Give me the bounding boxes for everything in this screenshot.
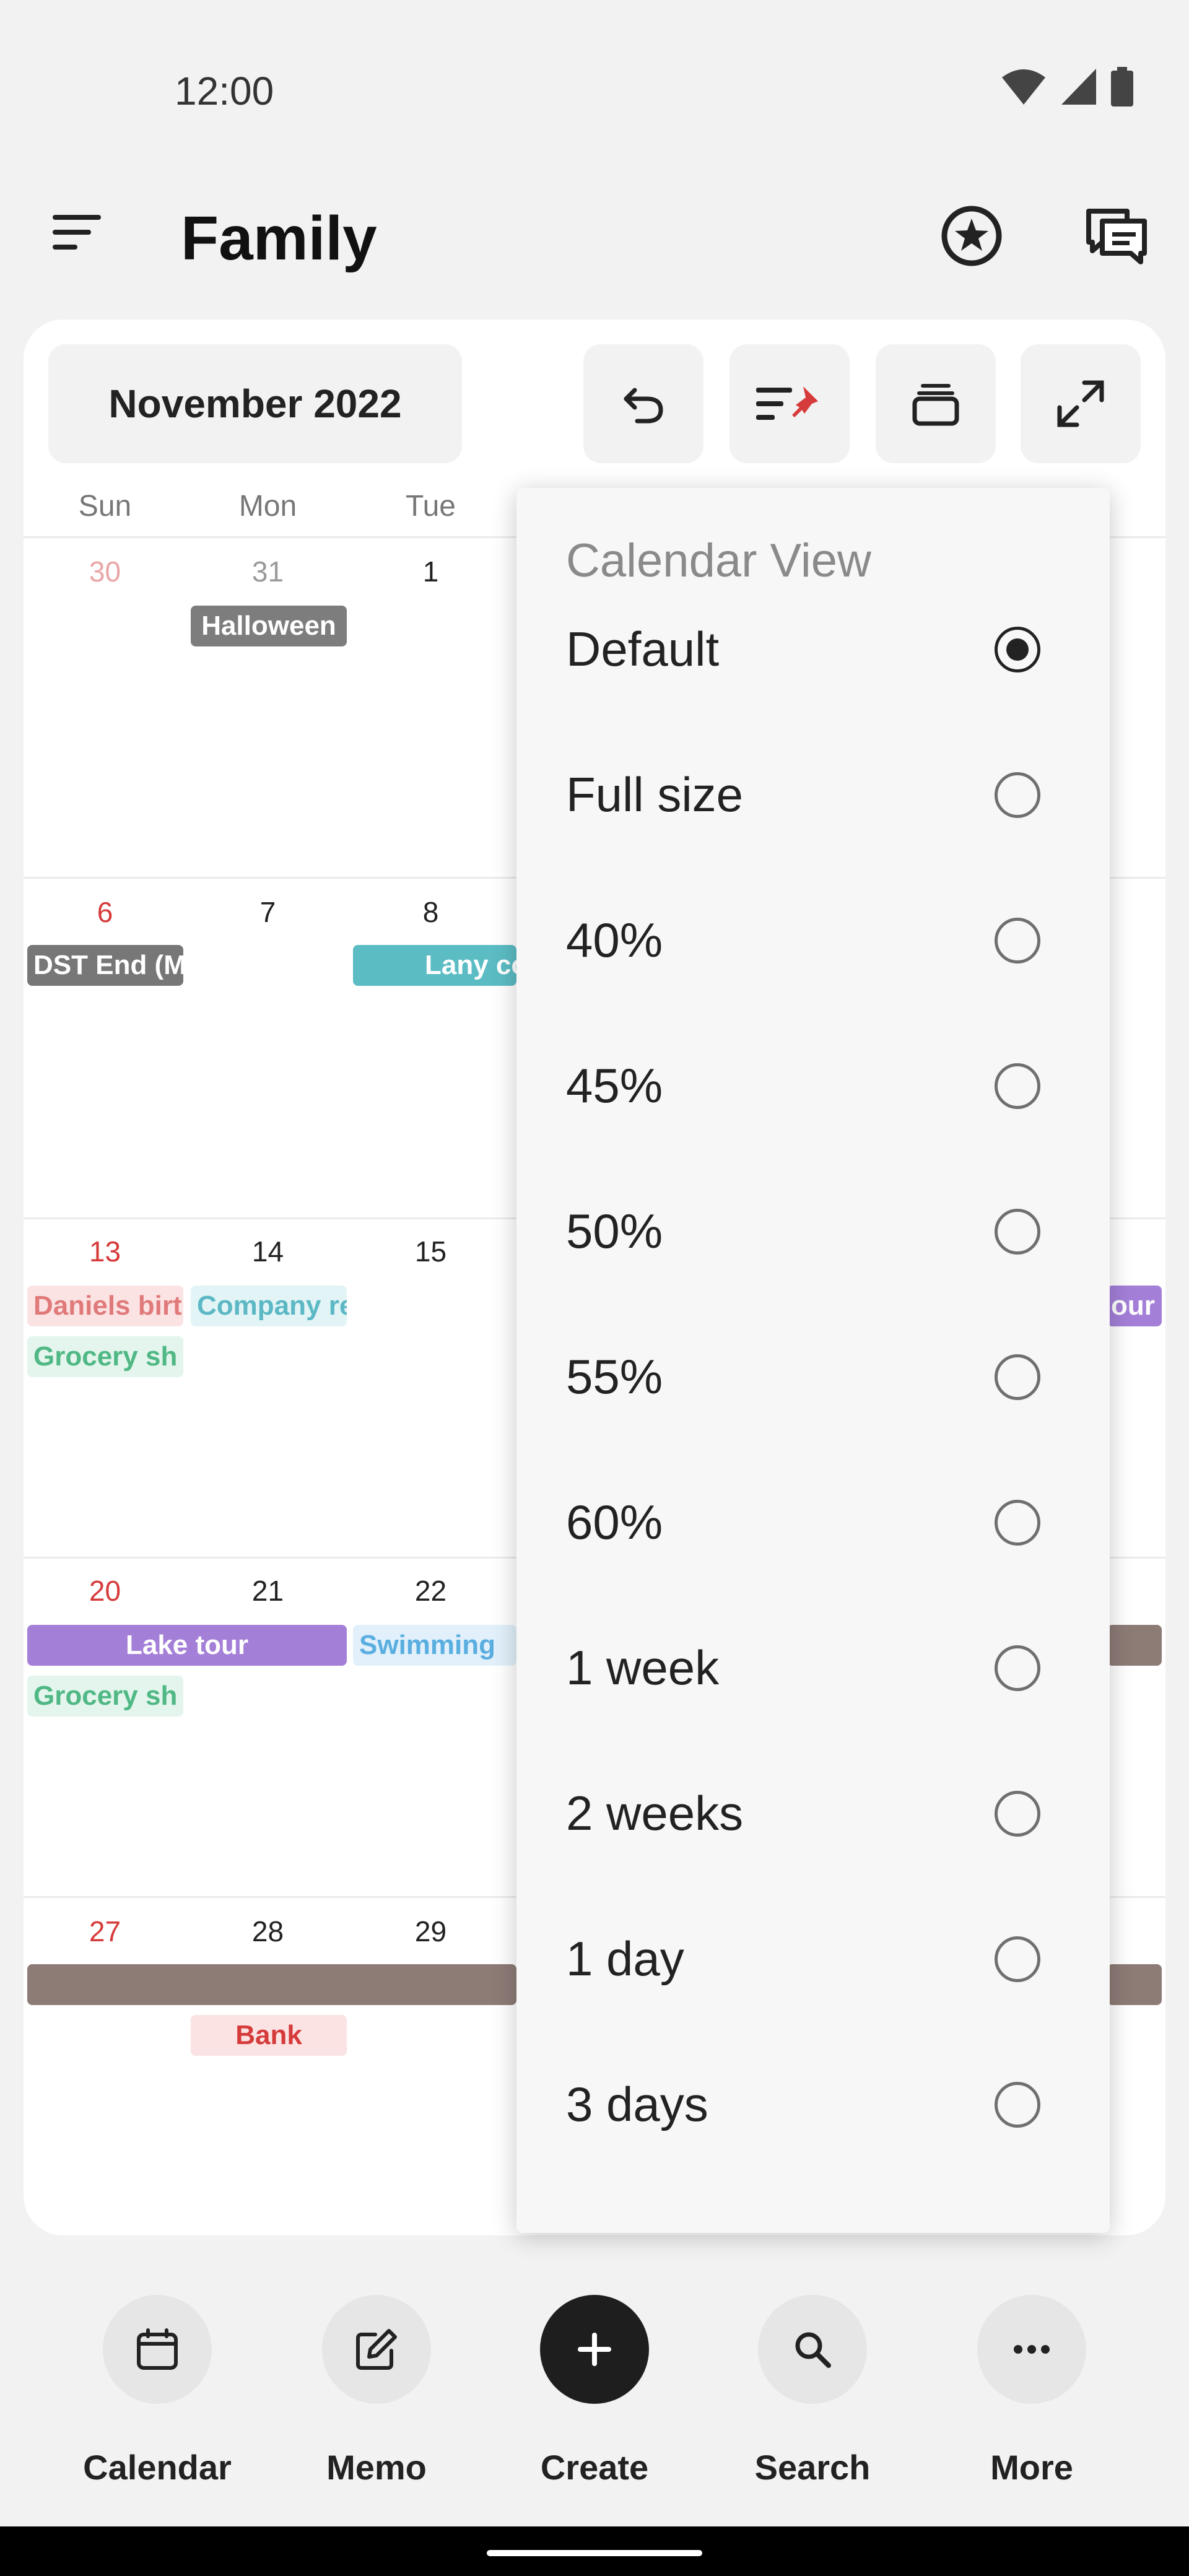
menu-item-label: 1 day [566,1931,684,1986]
day-number[interactable]: 6 [24,895,186,929]
calendar-event[interactable]: Company re [191,1286,347,1326]
calendar-event[interactable]: Grocery sh [27,1676,183,1717]
menu-item-40[interactable]: 40% [516,868,1110,1013]
radio-icon[interactable] [995,917,1040,964]
weekday-label: Mon [238,490,297,523]
cell-signal-icon [1061,69,1096,105]
day-number[interactable]: 7 [186,895,349,929]
calendar-event[interactable]: Grocery sh [27,1336,183,1377]
nav-label-calendar[interactable]: Calendar [64,2447,250,2487]
pin-sort-icon[interactable] [730,344,850,463]
menu-item-full-size[interactable]: Full size [516,722,1110,868]
menu-item-3-days[interactable]: 3 days [516,2032,1110,2177]
menu-item-label: 3 days [566,2077,708,2131]
menu-item-label: 40% [566,913,663,967]
day-number[interactable]: 31 [186,555,349,588]
chat-icon[interactable] [1082,202,1151,270]
radio-icon[interactable] [995,1354,1040,1400]
battery-icon [1111,67,1133,107]
day-number[interactable]: 28 [186,1915,349,1948]
day-number[interactable]: 13 [24,1235,186,1268]
nav-label-memo[interactable]: Memo [284,2447,469,2487]
radio-selected-icon[interactable] [995,626,1040,672]
menu-item-label: 55% [566,1349,663,1404]
day-number[interactable]: 1 [349,555,512,588]
radio-icon[interactable] [995,1063,1040,1109]
menu-item-label: 50% [566,1204,663,1258]
day-number[interactable]: 20 [24,1574,186,1608]
calendar-event[interactable]: Lake tour [27,1625,347,1666]
calendar-event-bar[interactable] [1107,1625,1162,1666]
month-selector[interactable]: November 2022 [48,344,462,463]
menu-item-label: 45% [566,1058,663,1113]
nav-label-more[interactable]: More [939,2447,1125,2487]
wifi-icon [1002,69,1045,105]
menu-item-label: 1 week [566,1640,720,1695]
menu-icon[interactable] [50,204,105,260]
calendar-event[interactable]: our [1107,1286,1162,1326]
day-number[interactable]: 15 [349,1235,512,1268]
menu-item-55[interactable]: 55% [516,1304,1110,1450]
menu-item-2-weeks[interactable]: 2 weeks [516,1741,1110,1886]
day-number[interactable]: 21 [186,1574,349,1608]
weekday-label: Sun [78,490,132,523]
calendar-event-bar[interactable] [1107,1964,1162,2005]
day-number[interactable]: 27 [24,1915,186,1948]
radio-icon[interactable] [995,1790,1040,1837]
menu-item-50[interactable]: 50% [516,1159,1110,1304]
radio-icon[interactable] [995,1936,1040,1982]
day-number[interactable]: 30 [24,555,186,588]
day-number[interactable]: 8 [349,895,512,929]
radio-icon[interactable] [995,1645,1040,1691]
more-icon[interactable] [977,2295,1086,2404]
nav-label-search[interactable]: Search [720,2447,905,2487]
calendar-event[interactable]: Swimming [353,1625,516,1666]
day-number[interactable]: 14 [186,1235,349,1268]
weekday-label: Tue [406,490,456,523]
calendar-event[interactable]: Halloween [191,606,347,646]
page-title: Family [181,204,377,273]
status-time: 12:00 [175,69,274,113]
menu-item-1-day[interactable]: 1 day [516,1886,1110,2032]
menu-item-label: 60% [566,1495,663,1549]
calendar-view-menu: Calendar View Default Full size 40% 45% … [516,488,1110,2233]
calendar-event[interactable]: Bank [191,2015,347,2056]
nav-label-create[interactable]: Create [502,2447,687,2487]
radio-icon[interactable] [995,1208,1040,1255]
search-icon[interactable] [758,2295,867,2404]
radio-icon[interactable] [995,772,1040,818]
undo-icon[interactable] [583,344,703,463]
menu-item-60[interactable]: 60% [516,1450,1110,1595]
calendar-event-bar[interactable] [27,1964,516,2005]
menu-item-label: 2 weeks [566,1786,744,1840]
menu-item-default[interactable]: Default [516,577,1110,722]
star-icon[interactable] [938,202,1006,270]
home-indicator[interactable] [487,2550,702,2556]
menu-item-45[interactable]: 45% [516,1013,1110,1159]
radio-icon[interactable] [995,1499,1040,1546]
status-icons [1001,67,1133,107]
menu-item-1-week[interactable]: 1 week [516,1595,1110,1741]
day-number[interactable]: 29 [349,1915,512,1948]
calendar-icon[interactable] [103,2295,212,2404]
radio-icon[interactable] [995,2081,1040,2128]
menu-item-label: Full size [566,767,744,822]
stack-icon[interactable] [876,344,996,463]
day-number[interactable]: 22 [349,1574,512,1608]
calendar-event[interactable]: DST End (M [27,945,183,986]
expand-icon[interactable] [1021,344,1141,463]
calendar-event[interactable]: Lany co [353,945,516,986]
plus-icon[interactable] [540,2295,649,2404]
menu-item-label: Default [566,622,720,676]
edit-icon[interactable] [322,2295,431,2404]
calendar-event[interactable]: Daniels birt [27,1286,183,1326]
